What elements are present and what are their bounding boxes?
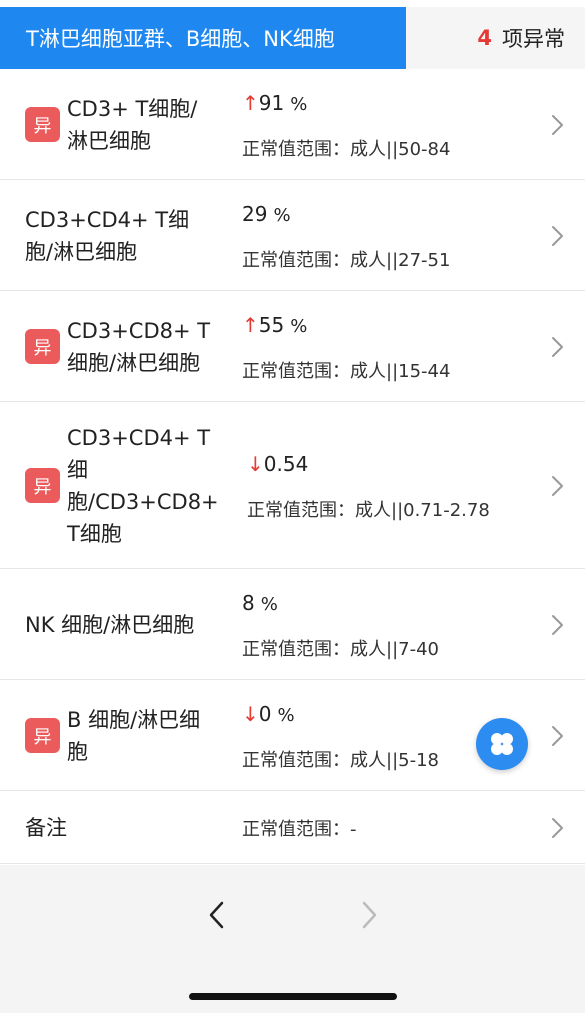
result-number: 8 xyxy=(242,591,255,615)
chevron-right-icon xyxy=(552,226,563,246)
chevron-right-icon xyxy=(552,818,563,838)
abnormal-text: 项异常 xyxy=(502,27,565,51)
normal-range: 正常值范围：成人||7-40 xyxy=(242,635,439,661)
bottom-nav-bar xyxy=(0,865,585,1013)
result-number: 55 xyxy=(258,313,285,337)
normal-range-label: 正常值范围： xyxy=(242,361,350,382)
item-name-line: CD3+ T细胞/ xyxy=(67,97,198,121)
clover-icon xyxy=(491,733,513,755)
result-row[interactable]: NK 细胞/淋巴细胞 8% 正常值范围：成人||7-40 xyxy=(0,569,585,680)
normal-range-value: 成人||5-18 xyxy=(350,750,439,771)
normal-range-label: 正常值范围： xyxy=(242,139,350,160)
abnormal-badge: 异 xyxy=(25,718,60,753)
chevron-right-icon xyxy=(552,337,563,357)
item-name-line: B 细胞/淋巴细 xyxy=(67,708,201,732)
result-number: 29 xyxy=(242,202,268,226)
abnormal-badge: 异 xyxy=(25,329,60,364)
arrow-up-icon: ↑ xyxy=(242,313,259,337)
arrow-up-icon: ↑ xyxy=(242,91,259,115)
result-value: ↑91% xyxy=(242,91,307,115)
result-row[interactable]: CD3+CD4+ T细 胞/淋巴细胞 29% 正常值范围：成人||27-51 xyxy=(0,180,585,291)
item-name-line: 胞 xyxy=(67,740,88,764)
result-value: ↓0% xyxy=(242,702,295,726)
tab-lymphocyte-subsets[interactable]: T淋巴细胞亚群、B细胞、NK细胞 xyxy=(0,7,406,69)
chevron-right-icon xyxy=(552,115,563,135)
item-name: B 细胞/淋巴细胞 xyxy=(67,704,232,768)
normal-range-value: 成人||0.71-2.78 xyxy=(355,500,490,521)
normal-range-label: 正常值范围： xyxy=(242,750,350,771)
result-value: ↓0.54 xyxy=(247,452,308,476)
floating-menu-button[interactable] xyxy=(476,718,528,770)
normal-range-value: 成人||27-51 xyxy=(350,250,451,271)
result-row[interactable]: 异 CD3+ T细胞/淋巴细胞 ↑91% 正常值范围：成人||50-84 xyxy=(0,69,585,180)
item-name-line: 胞/CD3+CD8+ xyxy=(67,490,219,514)
item-name-line: CD3+CD8+ T xyxy=(67,319,211,343)
normal-range-label: 正常值范围： xyxy=(242,250,350,271)
result-unit: % xyxy=(260,594,278,615)
result-value: 29% xyxy=(242,202,291,226)
item-name-line: 细胞/淋巴细胞 xyxy=(67,351,201,375)
item-name: CD3+CD8+ T 细胞/淋巴细胞 xyxy=(67,315,232,379)
item-name: NK 细胞/淋巴细胞 xyxy=(25,609,240,641)
item-name-line: T细胞 xyxy=(67,522,122,546)
result-unit: % xyxy=(290,316,308,337)
normal-range: 正常值范围：成人||5-18 xyxy=(242,746,439,772)
result-unit: % xyxy=(277,705,295,726)
result-unit: % xyxy=(290,94,308,115)
normal-range-label: 正常值范围： xyxy=(242,819,350,840)
abnormal-count: 4 xyxy=(477,26,492,50)
previous-page-button[interactable] xyxy=(198,895,238,935)
item-name: 备注 xyxy=(25,812,240,844)
chevron-left-icon xyxy=(209,901,224,929)
item-name: CD3+CD4+ T 细胞/CD3+CD8+ T细胞 xyxy=(67,422,232,550)
result-row[interactable]: 异 CD3+CD4+ T 细胞/CD3+CD8+ T细胞 ↓0.54 正常值范围：成人||… xyxy=(0,402,585,569)
normal-range: 正常值范围：成人||27-51 xyxy=(242,246,450,272)
home-indicator xyxy=(189,993,397,1000)
item-name-line: 淋巴细胞 xyxy=(67,129,151,153)
item-name: CD3+ T细胞/淋巴细胞 xyxy=(67,93,232,157)
normal-range: 正常值范围：成人||0.71-2.78 xyxy=(247,496,490,522)
normal-range-value: 成人||15-44 xyxy=(350,361,451,382)
item-name-line: NK 细胞/淋巴细胞 xyxy=(25,613,195,637)
normal-range-label: 正常值范围： xyxy=(247,500,355,521)
result-row[interactable]: 备注 正常值范围：- xyxy=(0,791,585,864)
next-page-button[interactable] xyxy=(350,895,390,935)
abnormal-badge: 异 xyxy=(25,107,60,142)
normal-range-value: 成人||7-40 xyxy=(350,639,439,660)
result-value: 8% xyxy=(242,591,278,615)
result-unit: % xyxy=(273,205,291,226)
normal-range-value: 成人||50-84 xyxy=(350,139,451,160)
item-name-line: CD3+CD4+ T细 xyxy=(25,208,190,232)
arrow-down-icon: ↓ xyxy=(242,702,259,726)
tab-label: T淋巴细胞亚群、B细胞、NK细胞 xyxy=(26,27,335,51)
result-number: 91 xyxy=(258,91,285,115)
chevron-right-icon xyxy=(362,901,377,929)
abnormal-summary: 4 项异常 xyxy=(406,7,585,69)
normal-range: 正常值范围：成人||50-84 xyxy=(242,135,450,161)
item-name-line: 胞/淋巴细胞 xyxy=(25,240,138,264)
item-name: CD3+CD4+ T细 胞/淋巴细胞 xyxy=(25,204,240,268)
abnormal-badge: 异 xyxy=(25,468,60,503)
result-value: ↑55% xyxy=(242,313,307,337)
item-name-line: 备注 xyxy=(25,816,67,840)
item-name-line: 细 xyxy=(67,458,88,482)
chevron-right-icon xyxy=(552,615,563,635)
result-number: 0 xyxy=(258,702,272,726)
normal-range-label: 正常值范围： xyxy=(242,639,350,660)
normal-range: 正常值范围：成人||15-44 xyxy=(242,357,450,383)
item-name-line: CD3+CD4+ T xyxy=(67,426,211,450)
header-bar: T淋巴细胞亚群、B细胞、NK细胞 4 项异常 xyxy=(0,7,585,69)
result-row[interactable]: 异 CD3+CD8+ T 细胞/淋巴细胞 ↑55% 正常值范围：成人||15-44 xyxy=(0,291,585,402)
chevron-right-icon xyxy=(552,726,563,746)
arrow-down-icon: ↓ xyxy=(247,452,264,476)
normal-range-value: - xyxy=(350,819,357,840)
normal-range: 正常值范围：- xyxy=(242,815,357,841)
chevron-right-icon xyxy=(552,476,563,496)
result-number: 0.54 xyxy=(263,452,309,476)
